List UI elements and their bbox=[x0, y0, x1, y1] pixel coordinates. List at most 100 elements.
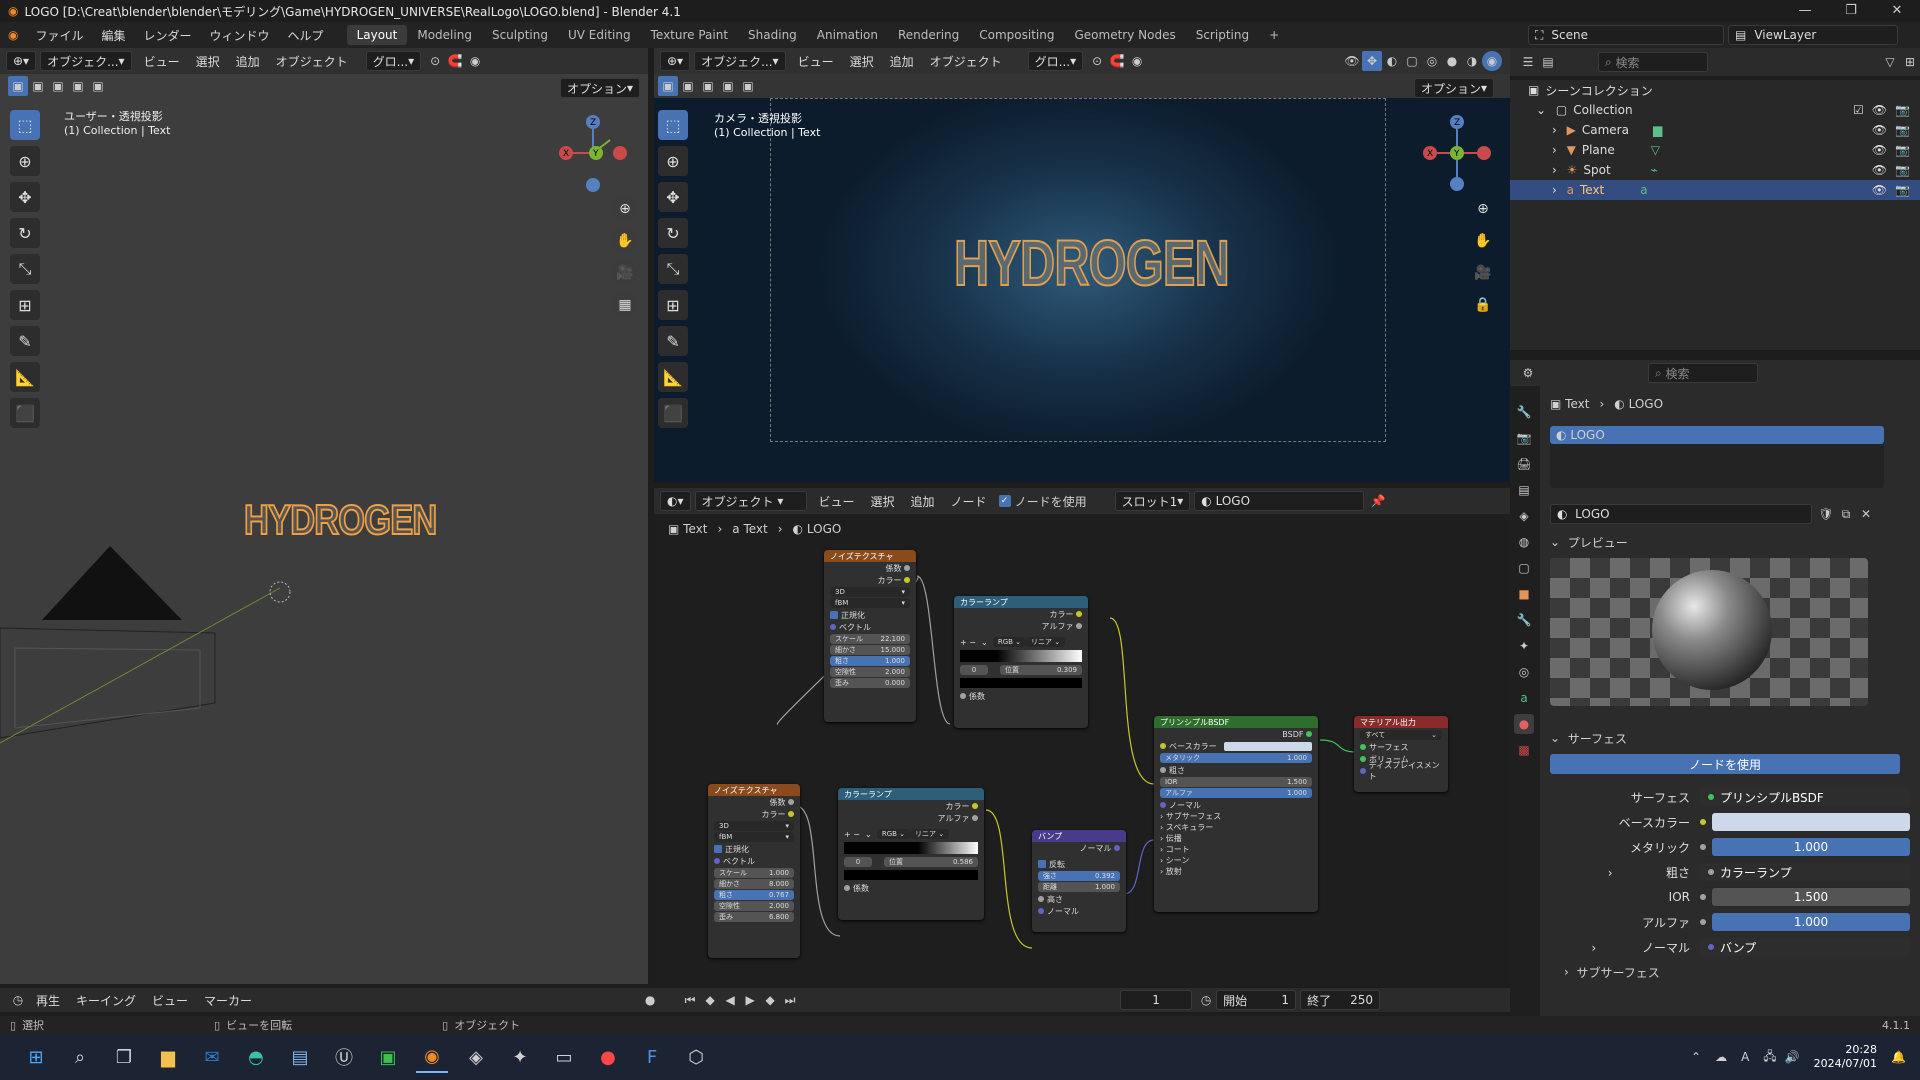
menu-window[interactable]: ウィンドウ bbox=[201, 27, 279, 44]
logo-object[interactable]: HYDROGEN bbox=[243, 495, 438, 544]
tab-animation[interactable]: Animation bbox=[807, 25, 888, 45]
menu-marker[interactable]: マーカー bbox=[196, 992, 260, 1009]
navigation-gizmo[interactable]: Z X Y bbox=[1414, 110, 1500, 196]
preview-range-icon[interactable]: ◷ bbox=[1196, 990, 1216, 1010]
task-view-icon[interactable]: ❐ bbox=[108, 1041, 140, 1073]
menu-add[interactable]: 追加 bbox=[882, 53, 922, 70]
tab-layout[interactable]: Layout bbox=[346, 25, 408, 45]
tab-rendering[interactable]: Rendering bbox=[888, 25, 969, 45]
select-invert-icon[interactable]: ▣ bbox=[718, 76, 738, 96]
move-tool-icon[interactable]: ✥ bbox=[10, 182, 40, 212]
clock[interactable]: 20:28 2024/07/01 bbox=[1814, 1043, 1877, 1071]
node-principled-bsdf[interactable]: プリンシプルBSDF BSDF ベースカラー メタリック 1.000 粗さ IOR… bbox=[1154, 716, 1318, 912]
noise-dimension-dropdown[interactable]: 3D ▾ bbox=[714, 821, 794, 831]
alpha-field[interactable]: アルファ 1.000 bbox=[1160, 788, 1312, 798]
tool-tab-icon[interactable]: 🔧 bbox=[1514, 402, 1534, 422]
bump-distance-field[interactable]: 距離 1.000 bbox=[1038, 882, 1120, 892]
tab-shading[interactable]: Shading bbox=[738, 25, 807, 45]
options-dropdown[interactable]: オプション ▾ bbox=[1414, 78, 1495, 98]
edge-icon[interactable]: ◓ bbox=[240, 1041, 272, 1073]
noise-roughness-field[interactable]: 粗さ 0.767 bbox=[714, 890, 794, 900]
select-extend-icon[interactable]: ▣ bbox=[28, 76, 48, 96]
add-stop-icon[interactable]: + bbox=[844, 830, 851, 839]
data-tab-icon[interactable]: a bbox=[1514, 688, 1534, 708]
f-app-icon[interactable]: F bbox=[636, 1041, 668, 1073]
onedrive-icon[interactable]: ☁ bbox=[1715, 1050, 1727, 1064]
remove-stop-icon[interactable]: − bbox=[853, 830, 860, 839]
pivot-icon[interactable]: ⊙ bbox=[425, 51, 445, 71]
file-explorer-icon[interactable]: ▆ bbox=[152, 1041, 184, 1073]
menu-help[interactable]: ヘルプ bbox=[279, 27, 333, 44]
camera-render-icon[interactable]: 📷 bbox=[1895, 123, 1910, 137]
duplicate-material-icon[interactable]: ⧉ bbox=[1836, 504, 1856, 524]
viewlayer-selector[interactable]: ▤ ViewLayer bbox=[1728, 25, 1898, 45]
tab-geometry-nodes[interactable]: Geometry Nodes bbox=[1064, 25, 1185, 45]
ramp-stop-color[interactable] bbox=[960, 678, 1082, 688]
noise-scale-field[interactable]: スケール 1.000 bbox=[714, 868, 794, 878]
metallic-field[interactable]: 1.000 bbox=[1712, 838, 1910, 856]
camera-render-icon[interactable]: 📷 bbox=[1895, 163, 1910, 177]
menu-edit[interactable]: 編集 bbox=[93, 27, 135, 44]
select-intersect-icon[interactable]: ▣ bbox=[738, 76, 758, 96]
visibility-icon[interactable]: 👁 bbox=[1342, 51, 1362, 71]
new-collection-icon[interactable]: ⊞ bbox=[1900, 52, 1920, 72]
subsurface-panel-header[interactable]: › サブサーフェス bbox=[1550, 961, 1910, 983]
play-icon[interactable]: ▶ bbox=[740, 990, 760, 1010]
next-key-icon[interactable]: ◆ bbox=[760, 990, 780, 1010]
rotate-tool-icon[interactable]: ↻ bbox=[10, 218, 40, 248]
outliner-item-camera[interactable]: › ▶ Camera ▆ 👁 📷 bbox=[1510, 120, 1920, 140]
windows-start-icon[interactable]: ⊞ bbox=[20, 1041, 52, 1073]
measure-tool-icon[interactable]: 📐 bbox=[658, 362, 688, 392]
outliner-item-plane[interactable]: › ▼ Plane ▽ 👁 📷 bbox=[1510, 140, 1920, 160]
noise-type-dropdown[interactable]: fBM ▾ bbox=[830, 598, 910, 608]
select-invert-icon[interactable]: ▣ bbox=[68, 76, 88, 96]
add-stop-icon[interactable]: + bbox=[960, 638, 967, 647]
transform-tool-icon[interactable]: ⊞ bbox=[10, 290, 40, 320]
transform-tool-icon[interactable]: ⊞ bbox=[658, 290, 688, 320]
material-tab-icon[interactable]: ● bbox=[1514, 714, 1534, 734]
tab-modeling[interactable]: Modeling bbox=[407, 25, 482, 45]
xray-icon[interactable]: ▢ bbox=[1402, 51, 1422, 71]
ramp-position-field[interactable]: 位置 0.309 bbox=[1000, 665, 1082, 675]
rotate-tool-icon[interactable]: ↻ bbox=[658, 218, 688, 248]
ramp-menu-icon[interactable]: ⌄ bbox=[981, 638, 988, 647]
ramp-stop-color[interactable] bbox=[844, 870, 978, 880]
checkbox-icon[interactable]: ☑ bbox=[1853, 103, 1864, 117]
proportional-icon[interactable]: ◉ bbox=[465, 51, 485, 71]
ea-icon[interactable]: ● bbox=[592, 1041, 624, 1073]
cursor-tool-icon[interactable]: ⊕ bbox=[658, 146, 688, 176]
node-color-ramp-2[interactable]: カラーランプ カラー アルファ + − ⌄ RGB ⌄ リニア ⌄ 0 位置 0.58… bbox=[838, 788, 984, 920]
noise-lacunarity-field[interactable]: 空隙性 2.000 bbox=[714, 901, 794, 911]
physics-tab-icon[interactable]: ◎ bbox=[1514, 662, 1534, 682]
texture-tab-icon[interactable]: ▩ bbox=[1514, 740, 1534, 760]
outliner-scene-collection[interactable]: ▣ シーンコレクション bbox=[1510, 80, 1920, 100]
surface-shader-field[interactable]: プリンシプルBSDF bbox=[1700, 788, 1910, 806]
mode-dropdown[interactable]: オブジェク... ▾ bbox=[694, 51, 786, 71]
collection-tab-icon[interactable]: ▢ bbox=[1514, 558, 1534, 578]
add-cube-tool-icon[interactable]: ⬛ bbox=[658, 398, 688, 428]
select-tool-icon[interactable]: ⬚ bbox=[658, 110, 688, 140]
eye-icon[interactable]: 👁 bbox=[1872, 143, 1887, 157]
particles-tab-icon[interactable]: ✦ bbox=[1514, 636, 1534, 656]
ramp-color-mode[interactable]: RGB ⌄ bbox=[876, 829, 911, 839]
ramp-stop-index[interactable]: 0 bbox=[844, 857, 872, 867]
annotate-tool-icon[interactable]: ✎ bbox=[658, 326, 688, 356]
world-tab-icon[interactable]: ◍ bbox=[1514, 532, 1534, 552]
pan-hand-icon[interactable]: ✋ bbox=[1470, 228, 1496, 254]
logo-render[interactable]: HYDROGEN bbox=[953, 226, 1230, 300]
editor-type-dropdown[interactable]: ◷ bbox=[8, 990, 28, 1010]
node-bump[interactable]: バンプ ノーマル 反転 強さ 0.392 距離 1.000 高さ ノーマル bbox=[1032, 830, 1126, 932]
zoom-icon[interactable]: ⊕ bbox=[612, 196, 638, 222]
zoom-icon[interactable]: ⊕ bbox=[1470, 196, 1496, 222]
ior-field[interactable]: 1.500 bbox=[1712, 888, 1910, 906]
menu-view[interactable]: ビュー bbox=[136, 53, 188, 70]
ramp-position-field[interactable]: 位置 0.586 bbox=[884, 857, 978, 867]
ramp-interpolation[interactable]: リニア ⌄ bbox=[910, 829, 950, 839]
node-noise-texture-1[interactable]: ノイズテクスチャ 係数 カラー 3D ▾ fBM ▾ 正規化 ベクトル スケール 22… bbox=[824, 550, 916, 722]
select-subtract-icon[interactable]: ▣ bbox=[48, 76, 68, 96]
node-material-output[interactable]: マテリアル出力 すべて ⌄ サーフェス ボリューム ディスプレイスメント bbox=[1354, 716, 1448, 792]
ramp-stop-index[interactable]: 0 bbox=[960, 665, 988, 675]
base-color-field[interactable] bbox=[1712, 813, 1910, 831]
overlay-icon[interactable]: ◐ bbox=[1382, 51, 1402, 71]
cursor-tool-icon[interactable]: ⊕ bbox=[10, 146, 40, 176]
